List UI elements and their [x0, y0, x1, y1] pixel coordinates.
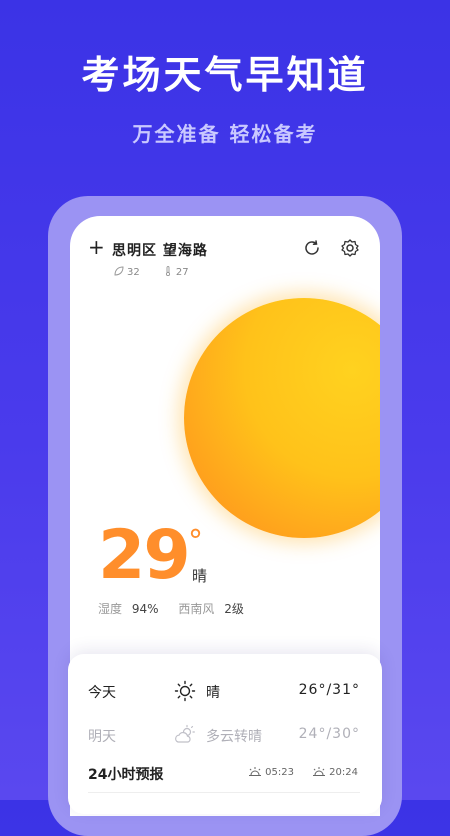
gear-icon[interactable] — [340, 238, 360, 258]
degree-symbol: ° — [188, 524, 203, 559]
promo-headline: 考场天气早知道 — [81, 53, 369, 97]
sunrise-time: 05:23 — [265, 767, 294, 778]
humidity-value: 94% — [131, 602, 159, 616]
sunrise-info: 05:23 — [248, 766, 294, 778]
day-label: 明天 — [88, 729, 116, 745]
day-condition: 多云转晴 — [206, 729, 262, 745]
partly-cloudy-icon — [175, 724, 195, 743]
day-label: 今天 — [88, 685, 116, 701]
wind-label: 西南风 — [178, 602, 215, 616]
current-temperature: 29 — [98, 516, 191, 595]
day-temp-range: 24°/30° — [298, 726, 360, 742]
air-info: 32 27 — [114, 266, 209, 278]
refresh-icon[interactable] — [302, 238, 322, 258]
sunrise-icon — [249, 767, 262, 776]
wind-value: 2级 — [224, 602, 244, 616]
aqi-value: 32 — [127, 267, 140, 278]
humidity-wind-row: 湿度 94% 西南风 2级 — [98, 600, 260, 617]
humidity-label: 湿度 — [98, 602, 123, 616]
sunset-icon — [313, 767, 326, 776]
sunset-time: 20:24 — [329, 767, 358, 778]
current-condition: 晴 — [192, 567, 208, 585]
day-condition: 晴 — [206, 685, 220, 701]
divider — [88, 792, 360, 793]
day-temp-range: 26°/31° — [298, 682, 360, 698]
small-temp-value: 27 — [175, 267, 189, 278]
sunset-info: 20:24 — [312, 766, 358, 778]
forecast-card: 今天 晴 26°/31° 明天 多云转晴 24°/30° 24小时预报 05:2… — [68, 654, 382, 814]
promo-subline: 万全准备 轻松备考 — [132, 122, 318, 146]
thermometer-icon — [165, 266, 170, 276]
forecast-row-today[interactable]: 今天 晴 26°/31° — [88, 680, 360, 704]
hourly-forecast-title[interactable]: 24小时预报 — [88, 764, 163, 784]
forecast-row-tomorrow[interactable]: 明天 多云转晴 24°/30° — [88, 724, 360, 748]
top-bar: + 思明区 望海路 — [88, 237, 362, 262]
leaf-icon — [114, 266, 124, 276]
add-city-icon[interactable]: + — [88, 237, 105, 258]
sun-illustration — [184, 298, 380, 538]
sun-icon — [174, 680, 196, 702]
location-label[interactable]: 思明区 望海路 — [112, 240, 208, 260]
